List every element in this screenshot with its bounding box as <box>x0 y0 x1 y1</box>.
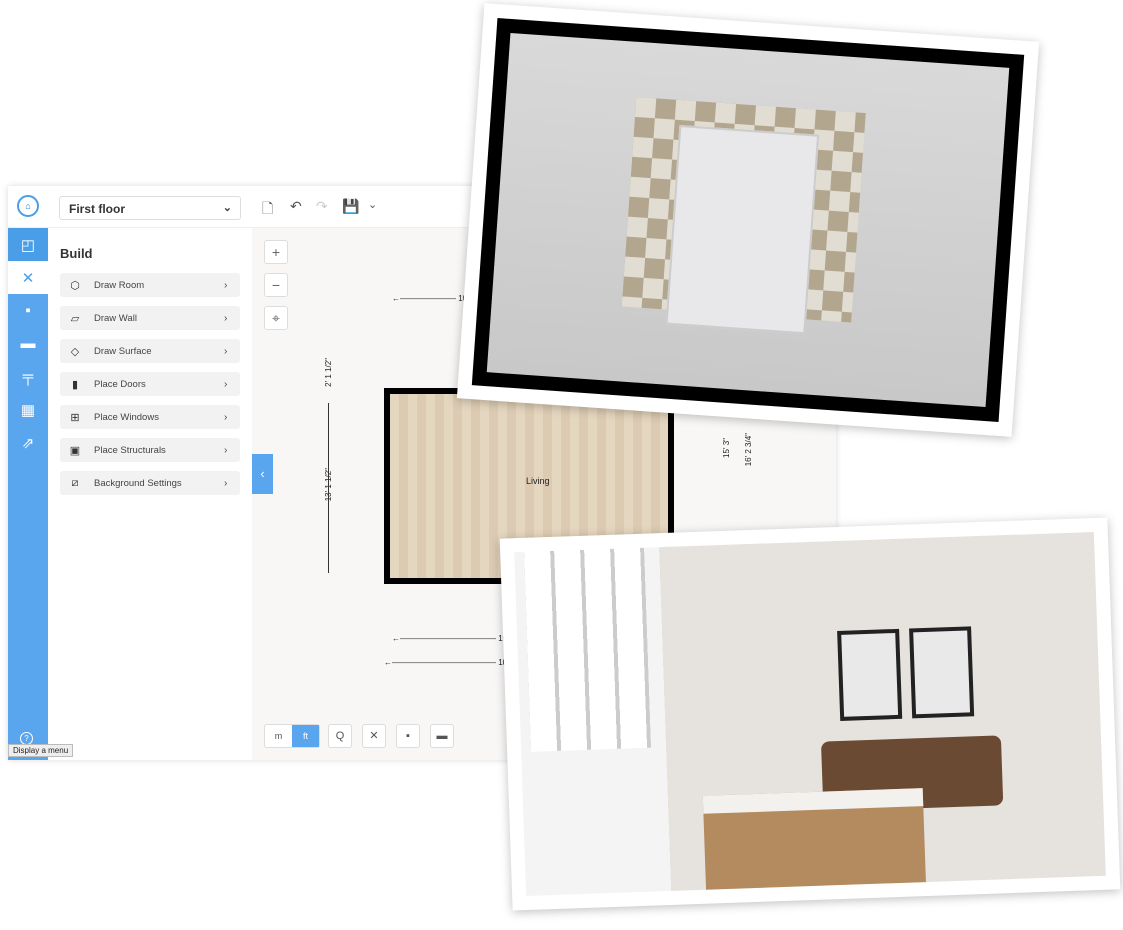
furniture-icon[interactable]: ▬ <box>430 724 454 748</box>
window <box>524 547 652 752</box>
dimension-line <box>328 403 329 573</box>
wall-art <box>909 626 975 719</box>
dimension-left-upper: 2' 1 1/2" <box>324 358 333 387</box>
background-settings-button[interactable]: ⧄ Background Settings › <box>60 471 240 495</box>
build-panel: Build ⬡ Draw Room › ▱ Draw Wall › ◇ Draw Surf… <box>48 228 252 760</box>
tooltip: Display a menu <box>8 744 74 757</box>
draw-wall-button[interactable]: ▱ Draw Wall › <box>60 306 240 330</box>
item-label: Place Structurals <box>94 444 166 456</box>
door-icon: ▮ <box>71 378 79 391</box>
chevron-down-icon: ⌄ <box>222 202 232 214</box>
save-icon[interactable]: 💾 <box>342 198 359 215</box>
floor-select-value: First floor <box>69 202 125 216</box>
draw-room-button[interactable]: ⬡ Draw Room › <box>60 273 240 297</box>
chevron-right-icon: › <box>224 444 228 456</box>
living-room-render-photo <box>499 517 1121 911</box>
tools-icon[interactable]: ✕ <box>8 261 48 294</box>
item-label: Draw Room <box>94 279 145 291</box>
item-label: Draw Surface <box>94 345 152 357</box>
paint-roller-icon[interactable]: ╤ <box>8 360 48 393</box>
sidebar-rail: ◰ ✕ ▪ ▬ ╤ ▦ ⇗ <box>8 228 48 760</box>
unit-toggle[interactable]: m ft <box>264 724 320 748</box>
wall-icon: ▱ <box>70 312 80 325</box>
coffee-table <box>702 788 927 897</box>
comment-icon[interactable]: ▪ <box>8 294 48 327</box>
chevron-right-icon: › <box>224 378 228 390</box>
item-label: Draw Wall <box>94 312 137 324</box>
place-windows-button[interactable]: ⊞ Place Windows › <box>60 405 240 429</box>
chevron-right-icon: › <box>224 345 228 357</box>
tools-icon[interactable]: ✕ <box>362 724 386 748</box>
floorplan-icon[interactable]: ◰ <box>8 228 48 261</box>
chevron-right-icon: › <box>224 279 228 291</box>
place-doors-button[interactable]: ▮ Place Doors › <box>60 372 240 396</box>
wall-art <box>837 628 903 721</box>
zoom-in-button[interactable]: + <box>264 240 288 264</box>
fireplace-icon: ▣ <box>69 444 81 457</box>
dimension-right-a: 15' 3" <box>722 438 731 458</box>
bedroom-render-photo <box>456 3 1040 437</box>
undo-icon[interactable]: ↶ <box>290 198 302 215</box>
panel-title: Build <box>60 246 93 261</box>
zoom-out-button[interactable]: − <box>264 273 288 297</box>
item-label: Background Settings <box>94 477 182 489</box>
cube-icon: ⬡ <box>70 279 80 292</box>
floor-select[interactable]: First floor ⌄ <box>59 196 241 220</box>
furniture-icon[interactable]: ▬ <box>8 327 48 360</box>
dimension-top: ←——————— 10' <box>392 294 469 303</box>
chevron-right-icon: › <box>224 411 228 423</box>
new-file-icon[interactable]: 🗋 <box>262 198 273 222</box>
draw-surface-button[interactable]: ◇ Draw Surface › <box>60 339 240 363</box>
redo-icon[interactable]: ↷ <box>316 198 328 215</box>
place-structurals-button[interactable]: ▣ Place Structurals › <box>60 438 240 462</box>
chevron-down-icon[interactable]: ⌄ <box>368 198 377 211</box>
unit-ft[interactable]: ft <box>292 725 319 747</box>
bed <box>665 124 820 335</box>
dimension-right-b: 16' 2 3/4" <box>744 433 753 467</box>
dimension-bottom-b: ←————————————— 10' <box>384 658 509 667</box>
collapse-panel-button[interactable]: ‹ <box>252 454 273 494</box>
dimension-bottom-a: ←———————————— 19' <box>392 634 509 643</box>
chevron-right-icon: › <box>224 312 228 324</box>
comment-icon[interactable]: ▪ <box>396 724 420 748</box>
item-label: Place Doors <box>94 378 146 390</box>
logo-icon[interactable]: ⌂ <box>17 195 39 217</box>
search-icon[interactable]: Q <box>328 724 352 748</box>
chevron-right-icon: › <box>224 477 228 489</box>
materials-icon[interactable]: ▦ <box>8 393 48 426</box>
background-icon: ⧄ <box>71 476 79 489</box>
unit-m[interactable]: m <box>265 725 292 747</box>
window-icon: ⊞ <box>70 411 80 424</box>
recenter-icon[interactable]: ⌖ <box>264 306 288 330</box>
surface-icon: ◇ <box>70 345 80 358</box>
share-icon[interactable]: ⇗ <box>8 426 48 459</box>
room-label: Living <box>526 476 550 486</box>
item-label: Place Windows <box>94 411 159 423</box>
